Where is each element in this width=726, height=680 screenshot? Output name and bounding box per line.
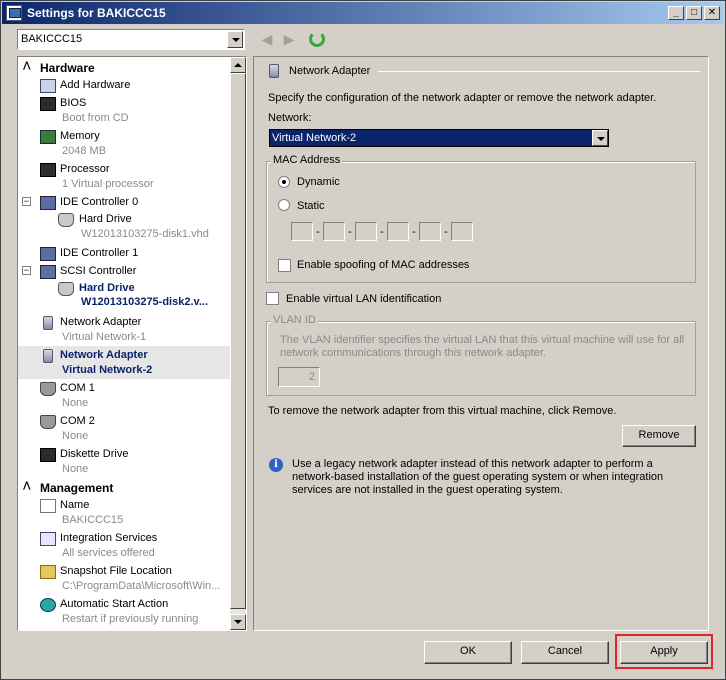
minimize-button[interactable]: _ bbox=[668, 6, 684, 20]
network-select-value: Virtual Network-2 bbox=[272, 132, 357, 144]
com-port-icon bbox=[40, 382, 56, 396]
vlan-id-value: 2 bbox=[308, 371, 315, 383]
hard-drive-icon bbox=[58, 213, 74, 227]
tree-item-integration-services[interactable]: Integration Services All services offere… bbox=[18, 529, 230, 562]
maximize-button[interactable]: □ bbox=[686, 6, 702, 20]
management-category-header[interactable]: ⋀ Management bbox=[20, 479, 230, 496]
forward-arrow-icon[interactable]: ▶ bbox=[281, 31, 297, 47]
tree-item-processor[interactable]: Processor 1 Virtual processor bbox=[18, 160, 230, 193]
network-adapter-icon bbox=[43, 316, 53, 330]
vlan-checkbox[interactable] bbox=[266, 292, 279, 305]
static-label: Static bbox=[297, 200, 325, 212]
bios-chip-icon bbox=[40, 97, 56, 111]
processor-icon bbox=[40, 163, 56, 177]
mac-octet-field[interactable] bbox=[291, 222, 313, 241]
vlan-id-group: VLAN ID The VLAN identifier specifies th… bbox=[266, 314, 696, 396]
tree-item-bios[interactable]: BIOS Boot from CD bbox=[18, 94, 230, 127]
scsi-controller-icon bbox=[40, 265, 56, 279]
legacy-info-line-3: services are not installed in the guest … bbox=[292, 484, 563, 496]
remove-button[interactable]: Remove bbox=[622, 425, 696, 447]
mac-octet-field[interactable] bbox=[451, 222, 473, 241]
com-port-icon bbox=[40, 415, 56, 429]
apply-highlight-frame bbox=[615, 634, 713, 669]
settings-detail-pane: Network Adapter Specify the configuratio… bbox=[253, 56, 709, 631]
add-hardware-icon bbox=[40, 79, 56, 93]
scroll-up-icon[interactable] bbox=[230, 57, 246, 73]
refresh-icon[interactable] bbox=[309, 31, 325, 47]
vlan-checkbox-label: Enable virtual LAN identification bbox=[286, 293, 442, 305]
ide-controller-icon bbox=[40, 247, 56, 261]
vlan-id-input[interactable]: 2 bbox=[278, 367, 320, 387]
ok-button[interactable]: OK bbox=[424, 641, 512, 664]
network-label: Network: bbox=[268, 112, 312, 124]
vlan-description-1: The VLAN identifier specifies the virtua… bbox=[280, 334, 685, 346]
collapse-chevron-icon: ⋀ bbox=[23, 60, 31, 70]
collapse-minus-icon[interactable]: − bbox=[22, 266, 31, 275]
back-arrow-icon[interactable]: ◀ bbox=[259, 31, 275, 47]
settings-window: Settings for BAKICCC15 _ □ ✕ BAKICCC15 ◀… bbox=[0, 0, 726, 680]
collapse-chevron-icon: ⋀ bbox=[23, 480, 31, 490]
mac-octet-field[interactable] bbox=[419, 222, 441, 241]
network-adapter-icon bbox=[269, 64, 279, 78]
tree-item-com2[interactable]: COM 2 None bbox=[18, 412, 230, 445]
window-title: Settings for BAKICCC15 bbox=[27, 6, 166, 20]
diskette-icon bbox=[40, 448, 56, 462]
tree-item-com1[interactable]: COM 1 None bbox=[18, 379, 230, 412]
info-icon: i bbox=[269, 458, 283, 472]
vlan-description-2: network communications through this netw… bbox=[280, 347, 546, 359]
cancel-button[interactable]: Cancel bbox=[521, 641, 609, 664]
tree-item-snapshot-location[interactable]: Snapshot File Location C:\ProgramData\Mi… bbox=[18, 562, 230, 595]
tree-item-hard-drive-2[interactable]: Hard Drive W12013103275-disk2.v... bbox=[18, 279, 230, 312]
legacy-info-line-2: network-based installation of the guest … bbox=[292, 471, 664, 483]
mac-spoofing-checkbox[interactable] bbox=[278, 259, 291, 272]
dynamic-radio[interactable] bbox=[278, 176, 290, 188]
tree-item-hard-drive-1[interactable]: Hard Drive W12013103275-disk1.vhd bbox=[18, 210, 230, 243]
scroll-down-icon[interactable] bbox=[230, 614, 246, 630]
scroll-thumb[interactable] bbox=[230, 73, 246, 609]
dynamic-label: Dynamic bbox=[297, 176, 340, 188]
folder-icon bbox=[40, 565, 56, 579]
hard-drive-icon bbox=[58, 282, 74, 296]
mac-address-group: MAC Address Dynamic Static - - - - - Ena… bbox=[266, 154, 696, 283]
vlan-group-title: VLAN ID bbox=[271, 314, 318, 326]
memory-icon bbox=[40, 130, 56, 144]
tree-item-name[interactable]: Name BAKICCC15 bbox=[18, 496, 230, 529]
settings-tree: ⋀ Hardware Add Hardware BIOS Boot from C… bbox=[17, 56, 247, 631]
name-icon bbox=[40, 499, 56, 513]
hardware-category-header[interactable]: ⋀ Hardware bbox=[20, 59, 230, 76]
mac-group-title: MAC Address bbox=[271, 154, 343, 166]
mac-octet-field[interactable] bbox=[355, 222, 377, 241]
section-divider bbox=[378, 71, 700, 72]
settings-app-icon bbox=[6, 5, 22, 21]
tree-scrollbar[interactable] bbox=[230, 57, 246, 630]
vm-selector-combo[interactable]: BAKICCC15 bbox=[17, 29, 245, 50]
tree-item-network-adapter-1[interactable]: Network Adapter Virtual Network-1 bbox=[18, 313, 230, 346]
network-adapter-icon bbox=[43, 349, 53, 363]
tree-item-automatic-start[interactable]: Automatic Start Action Restart if previo… bbox=[18, 595, 230, 628]
mac-octet-field[interactable] bbox=[387, 222, 409, 241]
legacy-info-line-1: Use a legacy network adapter instead of … bbox=[292, 458, 653, 470]
tree-item-network-adapter-2[interactable]: Network Adapter Virtual Network-2 bbox=[18, 346, 230, 379]
mac-spoofing-label: Enable spoofing of MAC addresses bbox=[297, 259, 470, 271]
ide-controller-icon bbox=[40, 196, 56, 210]
start-action-icon bbox=[40, 598, 56, 612]
mac-octet-field[interactable] bbox=[323, 222, 345, 241]
collapse-minus-icon[interactable]: − bbox=[22, 197, 31, 206]
tree-item-diskette-drive[interactable]: Diskette Drive None bbox=[18, 445, 230, 478]
remove-instructions: To remove the network adapter from this … bbox=[268, 405, 617, 417]
network-select[interactable]: Virtual Network-2 bbox=[269, 129, 609, 147]
section-title: Network Adapter bbox=[289, 65, 371, 77]
static-radio[interactable] bbox=[278, 199, 290, 211]
chevron-down-icon[interactable] bbox=[592, 130, 608, 146]
integration-services-icon bbox=[40, 532, 56, 546]
close-button[interactable]: ✕ bbox=[704, 6, 720, 20]
chevron-down-icon[interactable] bbox=[227, 31, 243, 48]
tree-item-memory[interactable]: Memory 2048 MB bbox=[18, 127, 230, 160]
title-bar: Settings for BAKICCC15 _ □ ✕ bbox=[2, 2, 724, 24]
description-text: Specify the configuration of the network… bbox=[268, 92, 657, 104]
vm-selector-value: BAKICCC15 bbox=[21, 33, 83, 45]
